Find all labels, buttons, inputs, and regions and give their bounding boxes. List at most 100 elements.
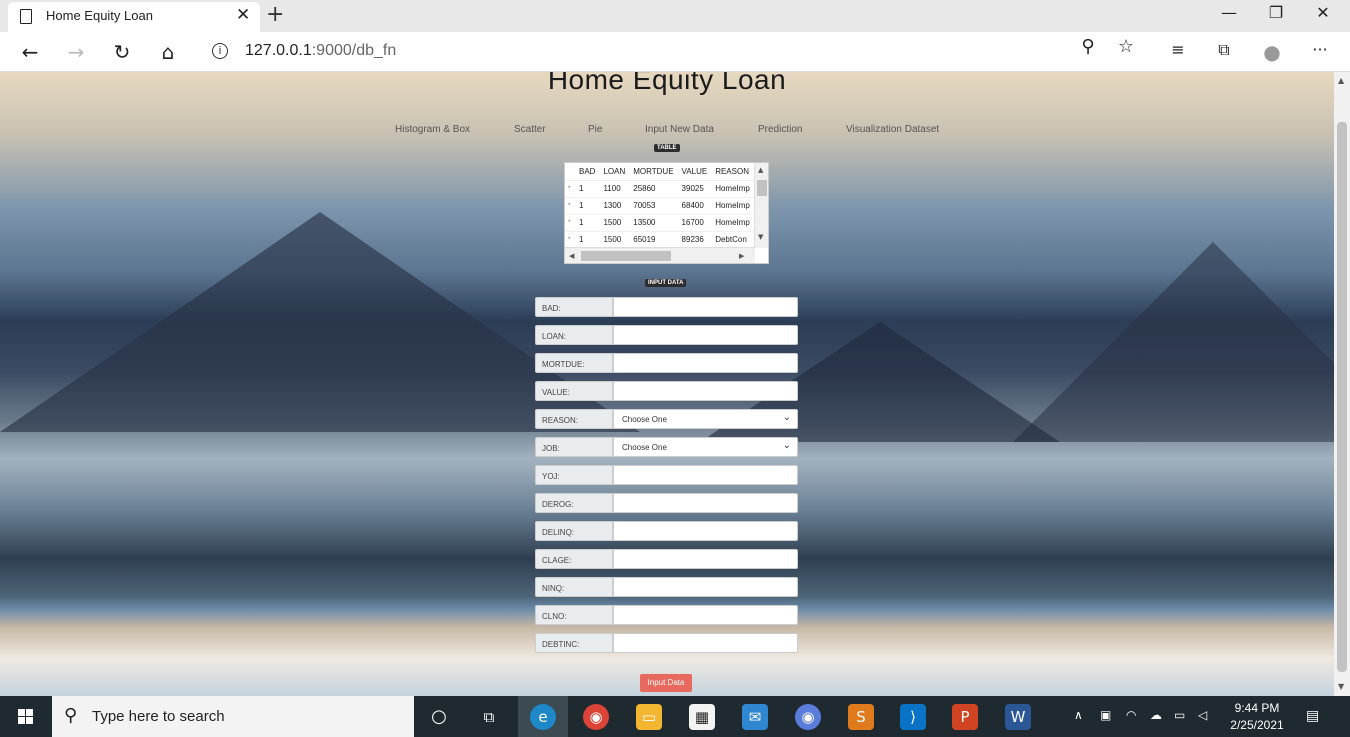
page-scrollbar[interactable]: ▲ ▼ — [1334, 72, 1350, 696]
menu-scatter[interactable]: Scatter — [514, 124, 546, 135]
back-icon[interactable]: ← — [18, 40, 42, 64]
powerpoint-icon[interactable]: P — [952, 704, 978, 730]
col-header[interactable]: REASON — [711, 163, 754, 181]
url-host: 127.0.0.1 — [245, 42, 312, 59]
minimize-button[interactable]: — — [1206, 3, 1252, 22]
table-horizontal-scrollbar[interactable]: ◀ ▶ — [565, 247, 755, 263]
scroll-left-icon[interactable]: ◀ — [569, 252, 574, 260]
scroll-up-icon[interactable]: ▲ — [758, 166, 763, 174]
search-icon: ⚲ — [64, 705, 78, 726]
menu-prediction[interactable]: Prediction — [758, 124, 802, 135]
notifications-icon[interactable]: ▤ — [1306, 708, 1319, 724]
more-icon[interactable]: ··· — [1308, 40, 1332, 59]
profile-avatar[interactable]: ● — [1260, 40, 1284, 64]
scroll-up-icon[interactable]: ▲ — [1338, 76, 1344, 85]
wifi-icon[interactable]: ◠ — [1126, 708, 1136, 722]
chevron-up-icon[interactable]: ∧ — [1074, 708, 1083, 722]
scroll-down-icon[interactable]: ▼ — [1338, 682, 1344, 691]
field-label: CLAGE: — [535, 549, 613, 569]
delinq-input[interactable] — [613, 521, 798, 541]
mortdue-input[interactable] — [613, 353, 798, 373]
volume-icon[interactable]: ◁ — [1198, 708, 1207, 722]
table-row[interactable]: * 1 1500 13500 16700 HomeImp — [565, 214, 754, 232]
scrollbar-thumb[interactable] — [581, 251, 671, 261]
favorites-icon[interactable]: ≡ — [1166, 40, 1190, 59]
start-button[interactable] — [0, 696, 52, 737]
table-vertical-scrollbar[interactable]: ▲ ▼ — [754, 163, 768, 248]
scroll-right-icon[interactable]: ▶ — [739, 252, 744, 260]
web-page: Home Equity Loan Histogram & Box Scatter… — [0, 72, 1334, 696]
close-tab-icon[interactable]: ✕ — [236, 5, 250, 25]
table-row[interactable]: * 1 1300 70053 68400 HomeImp — [565, 197, 754, 215]
zoom-icon[interactable]: ⚲ — [1076, 36, 1100, 57]
debtinc-input[interactable] — [613, 633, 798, 653]
loan-input[interactable] — [613, 325, 798, 345]
home-icon[interactable]: ⌂ — [156, 40, 180, 64]
new-tab-button[interactable]: + — [266, 2, 284, 27]
clage-input[interactable] — [613, 549, 798, 569]
menu-visualization-dataset[interactable]: Visualization Dataset — [846, 124, 939, 135]
table-row[interactable]: * 1 1100 25860 39025 HomeImp — [565, 180, 754, 198]
col-header[interactable]: VALUE — [677, 163, 712, 181]
close-window-button[interactable]: ✕ — [1300, 3, 1346, 22]
col-header[interactable]: MORTDUE — [629, 163, 678, 181]
store-icon[interactable]: ▦ — [689, 704, 715, 730]
task-view-icon[interactable]: ⧉ — [476, 704, 502, 730]
meet-now-icon[interactable]: ▣ — [1100, 708, 1111, 722]
system-clock[interactable]: 9:44 PM 2/25/2021 — [1222, 700, 1292, 734]
menu-histogram-box[interactable]: Histogram & Box — [395, 124, 470, 135]
row-marker: * — [565, 197, 575, 215]
forward-icon[interactable]: → — [64, 40, 88, 64]
mail-icon[interactable]: ✉ — [742, 704, 768, 730]
scroll-down-icon[interactable]: ▼ — [758, 233, 763, 241]
data-table[interactable]: BAD LOAN MORTDUE VALUE REASON * 1 1100 2… — [564, 162, 769, 264]
maximize-button[interactable]: ❐ — [1253, 3, 1299, 22]
reason-select[interactable]: Choose One ⌄ — [613, 409, 798, 429]
table-cell: DebtCon — [711, 231, 754, 249]
field-loan: LOAN: — [535, 325, 798, 345]
chrome-profile-icon[interactable]: ◉ — [795, 704, 821, 730]
onedrive-icon[interactable]: ☁ — [1150, 708, 1162, 722]
value-input[interactable] — [613, 381, 798, 401]
job-select[interactable]: Choose One ⌄ — [613, 437, 798, 457]
input-data-button[interactable]: Input Data — [640, 674, 692, 692]
field-label: JOB: — [535, 437, 613, 457]
field-label: YOJ: — [535, 465, 613, 485]
file-explorer-icon[interactable]: ▭ — [636, 704, 662, 730]
menu-pie[interactable]: Pie — [588, 124, 602, 135]
clock-date: 2/25/2021 — [1230, 718, 1284, 732]
edge-icon[interactable]: e — [530, 704, 556, 730]
address-bar[interactable]: i 127.0.0.1:9000/db_fn ⚲ ☆ — [198, 36, 1148, 68]
table-row[interactable]: * 1 1500 65019 89236 DebtCon — [565, 231, 754, 249]
scrollbar-thumb[interactable] — [757, 180, 767, 196]
col-header[interactable]: BAD — [575, 163, 600, 181]
collections-icon[interactable]: ⧉ — [1212, 40, 1236, 60]
yoj-input[interactable] — [613, 465, 798, 485]
clno-input[interactable] — [613, 605, 798, 625]
page-icon — [20, 9, 32, 24]
table-label: TABLE — [654, 144, 680, 152]
word-icon[interactable]: W — [1005, 704, 1031, 730]
ninq-input[interactable] — [613, 577, 798, 597]
taskbar-search[interactable]: ⚲ Type here to search — [52, 696, 414, 737]
bad-input[interactable] — [613, 297, 798, 317]
field-label: VALUE: — [535, 381, 613, 401]
battery-icon[interactable]: ▭ — [1174, 708, 1185, 722]
sublime-text-icon[interactable]: S — [848, 704, 874, 730]
col-header[interactable]: LOAN — [599, 163, 630, 181]
field-label: BAD: — [535, 297, 613, 317]
derog-input[interactable] — [613, 493, 798, 513]
cortana-icon[interactable]: ○ — [426, 704, 452, 730]
background-image-right — [1013, 242, 1334, 442]
chrome-icon[interactable]: ◉ — [583, 704, 609, 730]
vscode-icon[interactable]: ⟩ — [900, 704, 926, 730]
browser-tab[interactable]: Home Equity Loan ✕ — [8, 2, 260, 32]
scrollbar-thumb[interactable] — [1337, 122, 1347, 672]
menu-input-new-data[interactable]: Input New Data — [645, 124, 714, 135]
browser-navbar: ← → ↻ ⌂ i 127.0.0.1:9000/db_fn ⚲ ☆ ≡ ⧉ ●… — [0, 32, 1350, 72]
favorite-star-icon[interactable]: ☆ — [1114, 36, 1138, 57]
info-icon[interactable]: i — [212, 43, 228, 59]
select-value: Choose One — [622, 415, 667, 424]
select-value: Choose One — [622, 443, 667, 452]
refresh-icon[interactable]: ↻ — [110, 40, 134, 64]
